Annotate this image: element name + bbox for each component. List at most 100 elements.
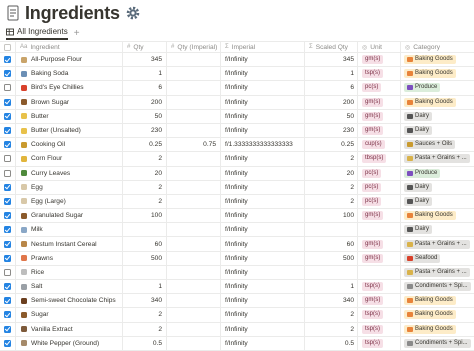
imperial-cell[interactable]: f/Infinity [221,95,305,109]
qty-imperial-cell[interactable] [167,123,221,138]
ingredient-cell[interactable]: Nestum Instant Cereal [16,237,123,251]
unit-cell[interactable]: tsp(s) [358,322,401,336]
column-header-qty-imperial[interactable]: # Qty (Imperial) [167,42,221,52]
tab-all-ingredients[interactable]: All Ingredients [6,27,68,40]
qty-imperial-cell[interactable] [167,265,221,279]
table-row[interactable]: Butter 50 f/Infinity 50 gm(s) Dairy [0,109,474,124]
category-cell[interactable]: Baking Goods [401,96,474,109]
qty-cell[interactable]: 1 [123,67,167,81]
unit-cell[interactable]: gm(s) [358,53,401,67]
category-cell[interactable]: Baking Goods [401,308,474,321]
category-cell[interactable]: Pasta + Grains + ... [401,266,474,279]
unit-cell[interactable]: gm(s) [358,209,401,223]
qty-imperial-cell[interactable]: 0.75 [167,138,221,152]
qty-cell[interactable]: 2 [123,308,167,322]
row-checkbox[interactable] [0,53,16,67]
row-checkbox[interactable] [0,109,16,123]
category-cell[interactable]: Pasta + Grains + ... [401,237,474,250]
ingredient-cell[interactable]: Curry Leaves [16,166,123,180]
qty-imperial-cell[interactable] [167,322,221,336]
column-header-ingredient[interactable]: Aa Ingredient [16,42,123,52]
scaled-qty-cell[interactable]: 1 [305,280,358,294]
unit-cell[interactable]: tsp(s) [358,67,401,81]
unit-cell[interactable]: gm(s) [358,251,401,265]
qty-imperial-cell[interactable] [167,53,221,67]
qty-cell[interactable]: 100 [123,209,167,223]
imperial-cell[interactable]: f/Infinity [221,123,305,138]
ingredient-cell[interactable]: Sugar [16,308,123,322]
column-header-qty[interactable]: # Qty [123,42,167,52]
imperial-cell[interactable]: f/Infinity [221,322,305,336]
qty-cell[interactable]: 60 [123,237,167,251]
scaled-qty-cell[interactable]: 2 [305,308,358,322]
scaled-qty-cell[interactable]: 345 [305,53,358,67]
ingredient-cell[interactable]: Brown Sugar [16,95,123,109]
imperial-cell[interactable]: f/Infinity [221,209,305,223]
qty-cell[interactable] [123,265,167,279]
ingredient-cell[interactable]: Egg (Large) [16,194,123,209]
table-row[interactable]: Salt 1 f/Infinity 1 tsp(s) Condiments + Spi..… [0,280,474,295]
unit-cell[interactable]: tsp(s) [358,280,401,294]
imperial-cell[interactable]: f/Infinity [221,336,305,350]
category-cell[interactable]: Seafood [401,252,474,265]
scaled-qty-cell[interactable]: 230 [305,123,358,138]
qty-imperial-cell[interactable] [167,294,221,308]
table-row[interactable]: Rice f/Infinity Pasta + Grains + ... [0,265,474,280]
imperial-cell[interactable]: f/Infinity [221,294,305,308]
ingredient-cell[interactable]: Corn Flour [16,152,123,166]
unit-cell[interactable]: cup(s) [358,138,401,152]
unit-cell[interactable]: gm(s) [358,123,401,138]
scaled-qty-cell[interactable]: 2 [305,180,358,194]
qty-imperial-cell[interactable] [167,180,221,194]
scaled-qty-cell[interactable]: 100 [305,209,358,223]
table-row[interactable]: Corn Flour 2 f/Infinity 2 tbsp(s) Pasta + Gra… [0,152,474,167]
row-checkbox[interactable] [0,251,16,265]
imperial-cell[interactable]: f/Infinity [221,265,305,279]
imperial-cell[interactable]: f/Infinity [221,280,305,294]
row-checkbox[interactable] [0,67,16,81]
category-cell[interactable]: Dairy [401,124,474,137]
row-checkbox[interactable] [0,308,16,322]
column-header-imperial[interactable]: Σ Imperial [221,42,305,52]
scaled-qty-cell[interactable]: 60 [305,237,358,251]
scaled-qty-cell[interactable] [305,223,358,237]
qty-imperial-cell[interactable] [167,251,221,265]
table-row[interactable]: Brown Sugar 200 f/Infinity 200 gm(s) Baking G… [0,95,474,110]
row-checkbox[interactable] [0,265,16,279]
category-cell[interactable]: Dairy [401,195,474,208]
ingredient-cell[interactable]: Baking Soda [16,67,123,81]
row-checkbox[interactable] [0,152,16,166]
category-cell[interactable]: Pasta + Grains + ... [401,152,474,165]
gear-icon[interactable] [125,5,141,21]
scaled-qty-cell[interactable]: 6 [305,81,358,95]
qty-imperial-cell[interactable] [167,209,221,223]
qty-imperial-cell[interactable] [167,237,221,251]
category-cell[interactable]: Baking Goods [401,294,474,307]
qty-cell[interactable]: 2 [123,194,167,209]
scaled-qty-cell[interactable]: 1 [305,67,358,81]
table-row[interactable]: Nestum Instant Cereal 60 f/Infinity 60 gm(s)… [0,237,474,252]
qty-cell[interactable] [123,223,167,237]
category-cell[interactable]: Baking Goods [401,67,474,80]
table-row[interactable]: Bird's Eye Chillies 6 f/Infinity 6 pc(s) Prod… [0,81,474,96]
row-checkbox[interactable] [0,294,16,308]
imperial-cell[interactable]: f/Infinity [221,109,305,123]
unit-cell[interactable]: tbsp(s) [358,152,401,166]
unit-cell[interactable]: tsp(s) [358,308,401,322]
scaled-qty-cell[interactable]: 0.5 [305,336,358,350]
category-cell[interactable]: Dairy [401,181,474,194]
unit-cell[interactable] [358,265,401,279]
column-header-scaled-qty[interactable]: Σ Scaled Qty [305,42,358,52]
qty-cell[interactable]: 0.25 [123,138,167,152]
qty-cell[interactable]: 2 [123,152,167,166]
table-row[interactable]: Semi-sweet Chocolate Chips 340 f/Infinity 3… [0,294,474,309]
table-row[interactable]: All-Purpose Flour 345 f/Infinity 345 gm(s) Ba… [0,53,474,68]
row-checkbox[interactable] [0,95,16,109]
scaled-qty-cell[interactable] [305,265,358,279]
row-checkbox[interactable] [0,336,16,350]
category-cell[interactable]: Dairy [401,110,474,123]
qty-cell[interactable]: 50 [123,109,167,123]
row-checkbox[interactable] [0,166,16,180]
category-cell[interactable]: Sauces + Oils [401,138,474,151]
ingredient-cell[interactable]: Butter [16,109,123,123]
